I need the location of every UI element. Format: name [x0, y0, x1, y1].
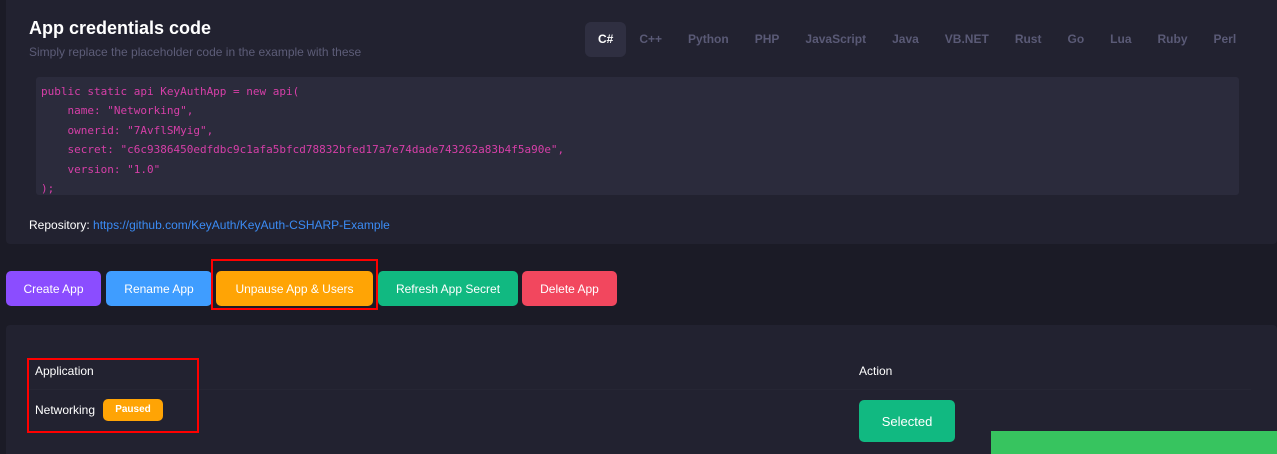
- repository-link[interactable]: https://github.com/KeyAuth/KeyAuth-CSHAR…: [93, 218, 390, 232]
- tab-ruby[interactable]: Ruby: [1145, 22, 1201, 57]
- code-line: name: "Networking",: [41, 104, 194, 118]
- tab-lua[interactable]: Lua: [1097, 22, 1144, 57]
- toast-notification: [991, 431, 1277, 454]
- tab-perl[interactable]: Perl: [1201, 22, 1250, 57]
- language-tabs: C# C++ Python PHP JavaScript Java VB.NET…: [585, 22, 1249, 57]
- column-header-application: Application: [35, 364, 94, 378]
- refresh-app-secret-button[interactable]: Refresh App Secret: [378, 271, 518, 306]
- repository-row: Repository: https://github.com/KeyAuth/K…: [29, 218, 390, 232]
- credentials-title: App credentials code: [29, 18, 212, 38]
- code-line: public static api KeyAuthApp = new api(: [41, 85, 300, 98]
- code-line: );: [41, 181, 55, 195]
- tab-python[interactable]: Python: [675, 22, 742, 57]
- unpause-app-button[interactable]: Unpause App & Users: [216, 271, 373, 306]
- status-badge: Paused: [103, 399, 163, 421]
- create-app-button[interactable]: Create App: [6, 271, 101, 306]
- rename-app-button[interactable]: Rename App: [106, 271, 212, 306]
- code-line: ownerid: "7AvflSMyig",: [41, 123, 214, 137]
- tab-rust[interactable]: Rust: [1002, 22, 1055, 57]
- table-header: [29, 352, 1251, 390]
- column-header-action: Action: [859, 364, 893, 378]
- repository-label: Repository:: [29, 218, 90, 232]
- delete-app-button[interactable]: Delete App: [522, 271, 617, 306]
- tab-java[interactable]: Java: [879, 22, 932, 57]
- tab-php[interactable]: PHP: [742, 22, 793, 57]
- tab-vbnet[interactable]: VB.NET: [932, 22, 1002, 57]
- code-line: version: "1.0": [41, 162, 161, 176]
- tab-csharp[interactable]: C#: [585, 22, 627, 57]
- tab-go[interactable]: Go: [1054, 22, 1097, 57]
- code-line: secret: "c6c9386450edfdbc9c1afa5bfcd7883…: [41, 143, 565, 157]
- selected-button[interactable]: Selected: [859, 400, 955, 442]
- application-name: Networking: [35, 403, 96, 417]
- tab-cpp[interactable]: C++: [626, 22, 675, 57]
- tab-javascript[interactable]: JavaScript: [792, 22, 879, 57]
- credentials-subtitle: Simply replace the placeholder code in t…: [29, 45, 362, 59]
- code-block[interactable]: public static api KeyAuthApp = new api( …: [36, 77, 1239, 195]
